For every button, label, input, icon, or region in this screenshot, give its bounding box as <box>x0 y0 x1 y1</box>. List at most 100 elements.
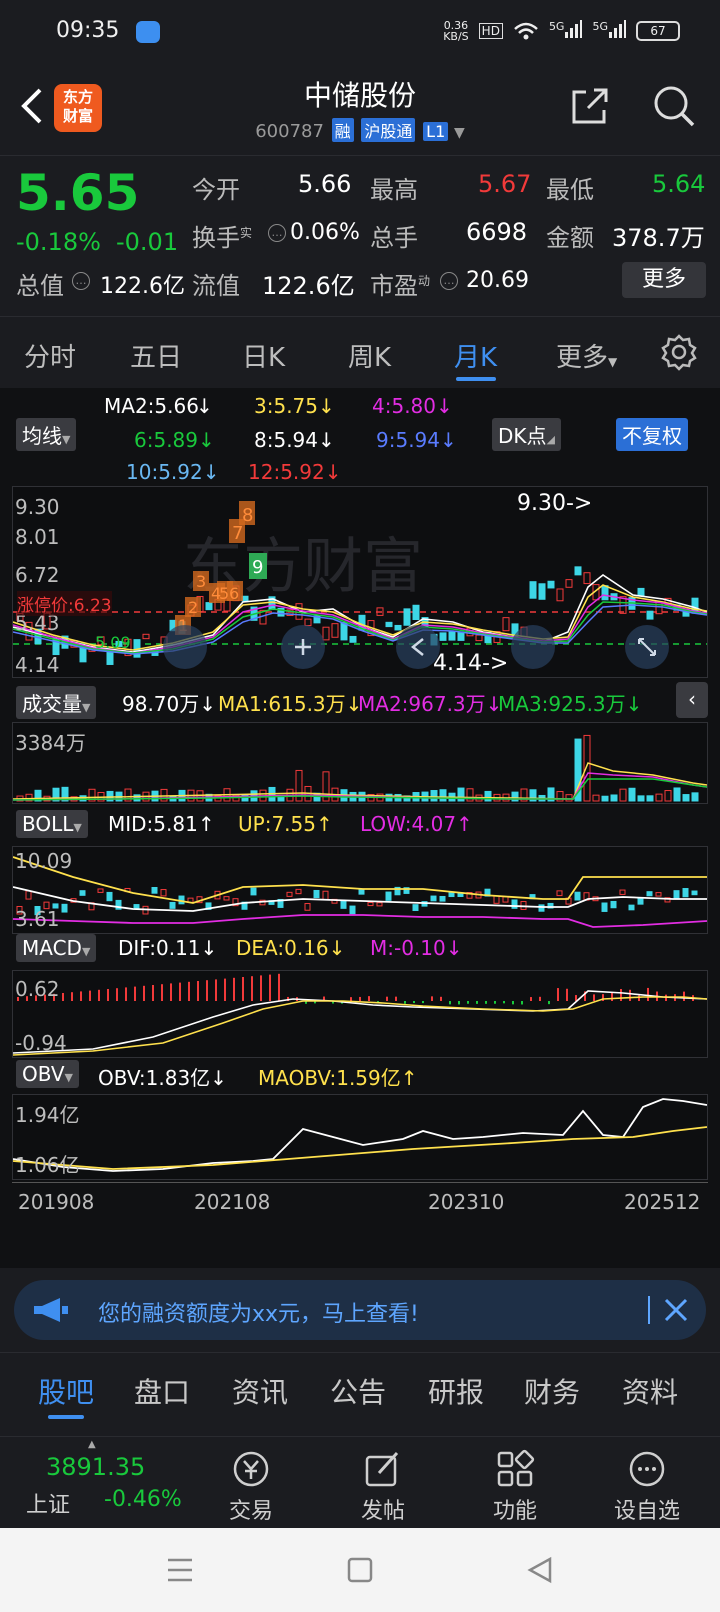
boll-candle <box>313 889 320 899</box>
candle <box>403 608 411 626</box>
macd-bar <box>431 996 433 1001</box>
price-axis-bottom: 4.14 <box>15 653 60 677</box>
low-marker: 4.14-> <box>433 651 509 676</box>
tab-intraday[interactable]: 分时 <box>24 337 76 374</box>
net-speed: 0.36 KB/S <box>443 19 469 43</box>
obv-value: OBV:1.83亿↓ <box>98 1066 227 1090</box>
ma8-value: 8:5.94↓ <box>254 428 335 452</box>
obv-selector[interactable]: OBV▼ <box>16 1060 79 1088</box>
macd-bar <box>152 985 154 1001</box>
volume-bar <box>601 795 609 802</box>
back-triangle-icon[interactable] <box>526 1556 554 1584</box>
time-axis <box>12 1182 708 1188</box>
price-panel[interactable]: 东方财富 1 2 3 4 5 6 <box>12 486 708 678</box>
tab-monthly-k[interactable]: 月K <box>454 337 497 374</box>
tab-announcement[interactable]: 公告 <box>330 1371 386 1411</box>
tab-order-book[interactable]: 盘口 <box>134 1371 190 1411</box>
boll-candle <box>691 890 698 896</box>
macd-bar <box>251 976 253 1001</box>
tab-five-day[interactable]: 五日 <box>130 337 182 374</box>
collapse-arrow-icon[interactable]: ‹ <box>676 682 708 718</box>
boll-panel[interactable]: 10.09 3.61 <box>12 846 708 934</box>
macd-selector[interactable]: MACD▼ <box>16 934 97 962</box>
add-watchlist-button[interactable]: 设自选 <box>602 1449 692 1525</box>
content-tabs: 股吧 盘口 资讯 公告 研报 财务 资料 <box>0 1352 720 1424</box>
tab-daily-k[interactable]: 日K <box>242 337 285 374</box>
menu-icon[interactable] <box>166 1556 194 1584</box>
macd-bar <box>503 1001 505 1004</box>
share-icon[interactable] <box>570 86 610 126</box>
ma-selector[interactable]: 均线▼ <box>16 418 77 451</box>
adjust-rights-button[interactable]: 不复权 <box>616 418 688 451</box>
function-button[interactable]: 功能 <box>470 1449 560 1525</box>
price-axis-2: 8.01 <box>15 525 60 549</box>
info-icon[interactable]: … <box>72 272 90 290</box>
boll-candle <box>151 887 158 894</box>
tab-news[interactable]: 资讯 <box>232 1371 288 1411</box>
macd-bar <box>629 989 631 1001</box>
home-square-icon[interactable] <box>346 1556 374 1584</box>
boll-selector[interactable]: BOLL▼ <box>16 810 88 838</box>
more-dots-icon <box>629 1451 665 1487</box>
trade-button[interactable]: 交易 <box>206 1449 296 1525</box>
tab-profile[interactable]: 资料 <box>622 1371 678 1411</box>
trade-icon <box>233 1451 269 1487</box>
macd-bar <box>161 984 163 1001</box>
tab-weekly-k[interactable]: 周K <box>348 337 391 374</box>
volume-bar <box>637 795 645 802</box>
volume-ma3: MA3:925.3万↓ <box>498 692 643 716</box>
high-marker: 9.30-> <box>517 491 593 516</box>
dk-point-button[interactable]: DK点◢ <box>492 418 561 451</box>
volume-svg <box>12 734 708 802</box>
close-icon[interactable] <box>662 1296 690 1324</box>
macd-panel[interactable]: 0.62 -0.94 <box>12 970 708 1058</box>
stock-code-line[interactable]: 600787 融 沪股通 L1 ▼ <box>0 118 720 142</box>
index-value[interactable]: 3891.35 <box>46 1453 145 1481</box>
boll-candle <box>619 889 626 895</box>
search-icon[interactable] <box>652 84 696 128</box>
info-icon[interactable]: … <box>440 272 458 290</box>
volume-ma1: MA1:615.3万↓ <box>218 692 363 716</box>
info-icon[interactable]: … <box>268 224 286 242</box>
chevron-up-icon: ▲ <box>88 1439 96 1450</box>
boll-candle <box>637 897 644 905</box>
volume-selector[interactable]: 成交量▼ <box>16 686 97 719</box>
candle <box>547 580 555 589</box>
candle <box>331 623 339 638</box>
macd-bar <box>242 977 244 1001</box>
boll-low: LOW:4.07↑ <box>360 812 473 836</box>
macd-bar <box>188 981 190 1001</box>
candle <box>538 583 546 600</box>
boll-candle <box>601 902 608 912</box>
volume-panel[interactable]: 3384万 <box>12 722 708 804</box>
signal-5g-icon-2: 5G <box>592 20 626 42</box>
boll-candle <box>493 895 500 904</box>
macd-bar <box>197 981 199 1001</box>
index-change[interactable]: -0.46% <box>104 1487 182 1512</box>
status-time: 09:35 <box>56 18 120 43</box>
boll-candle <box>574 891 581 901</box>
support-label: 5.09 <box>95 633 131 652</box>
chart-nav-buttons <box>163 625 669 669</box>
macd-bar <box>620 988 622 1001</box>
macd-bar <box>449 1001 451 1005</box>
index-name[interactable]: 上证 <box>26 1487 70 1519</box>
margin-banner[interactable]: 您的融资额度为xx元，马上查看! <box>14 1280 706 1340</box>
kline-chart-area: MA2:5.66 ↓ 3:5.75↓ 4:5.80↓ 均线▼ 6:5.89↓ 8… <box>0 388 720 1268</box>
obv-panel[interactable]: 1.94亿 1.06亿 <box>12 1094 708 1180</box>
active-tab-indicator <box>48 1415 84 1419</box>
megaphone-icon <box>34 1298 68 1322</box>
candle <box>106 650 114 665</box>
more-button[interactable]: 更多 <box>622 262 706 298</box>
tab-finance[interactable]: 财务 <box>524 1371 580 1411</box>
boll-candle <box>538 904 545 912</box>
candle <box>205 602 213 611</box>
candle <box>637 587 645 597</box>
post-button[interactable]: 发帖 <box>338 1449 428 1525</box>
tab-guba[interactable]: 股吧 <box>38 1371 94 1411</box>
tab-research[interactable]: 研报 <box>428 1371 484 1411</box>
tab-more[interactable]: 更多▼ <box>556 337 617 374</box>
gear-icon[interactable] <box>660 333 698 371</box>
boll-candle <box>169 901 176 909</box>
turnover-value: 0.06% <box>290 220 360 245</box>
